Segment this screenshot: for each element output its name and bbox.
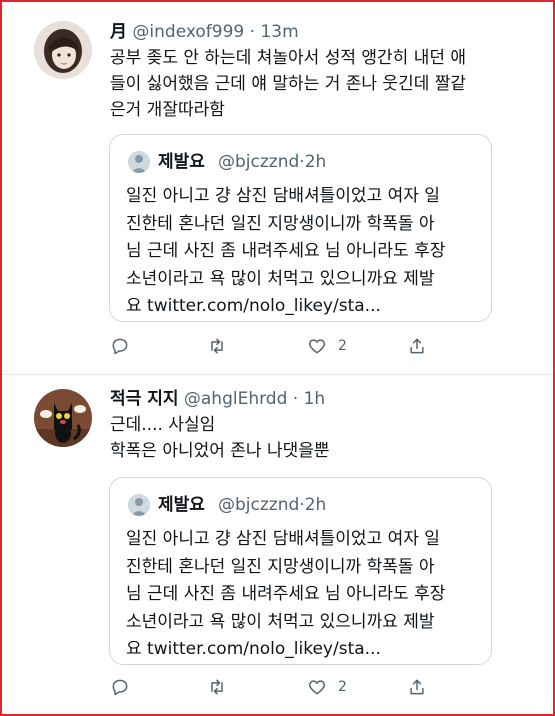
avatar[interactable] [34, 21, 92, 79]
separator-dot: · [249, 22, 256, 42]
user-handle[interactable]: @ahglEhrdd [184, 389, 288, 409]
quoted-tweet[interactable]: 제발요 @bjczznd·2h 일진 아니고 걍 삼진 담배셔틀이었고 여자 일… [109, 477, 492, 665]
tweet-actions: 2 [110, 677, 440, 699]
retweet-icon [211, 679, 223, 695]
tweet-text: 공부 좆도 안 하는데 쳐놀아서 성적 앵간히 내던 애 들이 싫어했음 근데 … [110, 45, 530, 123]
share-button[interactable] [407, 336, 427, 358]
quote-avatar [128, 151, 150, 173]
display-name[interactable]: 月 [110, 22, 127, 42]
text-line: 은거 개잘따라함 [110, 100, 225, 120]
tweet-text: 근데.... 사실임 학폭은 아니었어 존나 나댓을뿐 [110, 412, 530, 464]
text-line: 님 근데 사진 좀 내려주세요 님 아니라도 후장 [126, 241, 446, 261]
avatar[interactable] [34, 389, 92, 447]
quote-handle: @bjczznd [218, 495, 300, 515]
quote-avatar [128, 494, 150, 516]
reply-button[interactable] [110, 677, 130, 699]
text-line: 학폭은 아니었어 존나 나댓을뿐 [110, 441, 330, 461]
share-icon [410, 338, 424, 354]
retweet-button[interactable] [207, 336, 227, 358]
quote-timestamp: 2h [304, 152, 327, 172]
tweet-actions: 2 [110, 336, 440, 358]
text-line: 소년이라고 욕 많이 처먹고 있으니까요 제발 [126, 268, 435, 289]
like-count: 2 [338, 679, 347, 695]
quote-handle-time: @bjczznd·2h [218, 494, 326, 516]
user-handle[interactable]: @indexof999 [132, 22, 244, 42]
reply-button[interactable] [110, 336, 130, 358]
quote-text: 일진 아니고 걍 삼진 담배셔틀이었고 여자 일 진한테 혼나던 일진 지망생이… [126, 526, 486, 664]
like-count: 2 [338, 338, 347, 354]
like-button[interactable]: 2 [307, 677, 347, 699]
reply-icon [112, 338, 128, 355]
quote-display-name: 제발요 [158, 495, 205, 515]
quote-handle: @bjczznd [218, 152, 300, 172]
tweet-2[interactable]: 적극 지지 @ahglEhrdd · 1h 근데.... 사실임 학폭은 아니었… [2, 375, 553, 714]
text-line: 일진 아니고 걍 삼진 담배셔틀이었고 여자 일 [126, 529, 440, 549]
like-button[interactable]: 2 [307, 336, 347, 358]
text-line: 소년이라고 욕 많이 처먹고 있으니까요 제발 [126, 611, 435, 632]
separator-dot: · [292, 389, 299, 409]
timestamp[interactable]: 1h [304, 389, 326, 409]
text-line: 님 근데 사진 좀 내려주세요 님 아니라도 후장 [126, 584, 446, 604]
display-name[interactable]: 적극 지지 [110, 389, 178, 409]
quoted-tweet[interactable]: 제발요 @bjczznd·2h 일진 아니고 걍 삼진 담배셔틀이었고 여자 일… [109, 134, 492, 322]
timestamp[interactable]: 13m [260, 22, 298, 42]
heart-icon [308, 680, 326, 695]
tweet-header: 적극 지지 @ahglEhrdd · 1h [110, 388, 325, 410]
text-line: 진한테 혼나던 일진 지망생이니까 학폭돌 아 [126, 213, 435, 234]
tweet-header: 月 @indexof999 · 13m [110, 21, 299, 43]
text-line: 요 twitter.com/nolo_likey/sta... [126, 296, 381, 316]
retweet-button[interactable] [207, 677, 227, 699]
text-line: 공부 좆도 안 하는데 쳐놀아서 성적 앵간히 내던 애 [110, 48, 467, 68]
text-line: 들이 싫어했음 근데 얘 말하는 거 존나 웃긴데 짤같 [110, 74, 467, 94]
text-line: 근데.... 사실임 [110, 415, 216, 435]
quote-display-name: 제발요 [158, 152, 205, 172]
quote-text: 일진 아니고 걍 삼진 담배셔틀이었고 여자 일 진한테 혼나던 일진 지망생이… [126, 183, 486, 321]
share-icon [410, 679, 424, 695]
retweet-icon [211, 338, 223, 354]
text-line: 일진 아니고 걍 삼진 담배셔틀이었고 여자 일 [126, 186, 440, 206]
text-line: 요 twitter.com/nolo_likey/sta... [126, 639, 381, 659]
tweet-1[interactable]: 月 @indexof999 · 13m 공부 좆도 안 하는데 쳐놀아서 성적 … [2, 2, 553, 374]
text-line: 진한테 혼나던 일진 지망생이니까 학폭돌 아 [126, 556, 435, 577]
quote-handle-time: @bjczznd·2h [218, 151, 326, 173]
heart-icon [308, 339, 326, 354]
quote-timestamp: 2h [304, 495, 327, 515]
share-button[interactable] [407, 677, 427, 699]
reply-icon [112, 679, 128, 696]
screenshot-frame: 月 @indexof999 · 13m 공부 좆도 안 하는데 쳐놀아서 성적 … [0, 0, 555, 716]
